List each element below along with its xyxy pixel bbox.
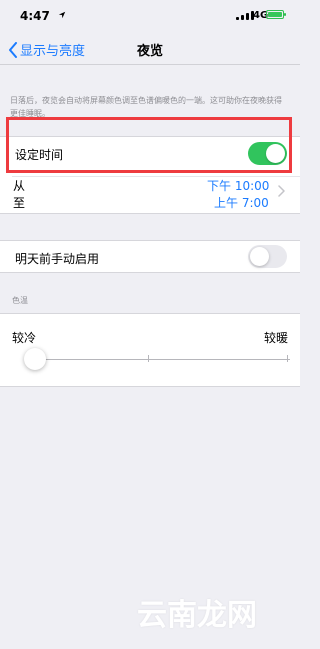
signal-icon <box>236 11 254 20</box>
nav-divider <box>0 64 300 65</box>
battery-icon <box>266 10 286 19</box>
warmer-label: 较暖 <box>264 331 289 345</box>
toggle-knob <box>250 247 269 266</box>
manual-enable-label: 明天前手动启用 <box>15 252 100 266</box>
chevron-right-icon <box>278 185 285 197</box>
highlight-box <box>6 117 292 173</box>
from-label: 从 <box>13 179 26 193</box>
color-temperature-heading: 色温 <box>12 296 28 305</box>
slider-tick <box>287 355 288 362</box>
status-time: 4:47 <box>20 9 50 23</box>
status-bar: 4:47 4G <box>0 0 300 32</box>
color-temperature-card: 较冷 较暖 <box>0 313 300 387</box>
page-title: 夜览 <box>136 44 163 59</box>
watermark: 云南龙网 <box>137 598 257 633</box>
from-time[interactable]: 下午 10:00 <box>207 177 269 194</box>
manual-enable-toggle[interactable] <box>248 245 287 268</box>
color-temperature-slider-track[interactable] <box>40 359 290 360</box>
location-arrow-icon <box>58 11 66 19</box>
navigation-bar: 显示与亮度 夜览 <box>0 32 300 64</box>
cooler-label: 较冷 <box>12 331 37 345</box>
slider-tick <box>148 355 149 362</box>
color-temperature-slider-knob[interactable] <box>24 348 46 370</box>
to-label: 至 <box>13 196 26 210</box>
manual-enable-row[interactable]: 明天前手动启用 <box>0 240 300 273</box>
to-time[interactable]: 上午 7:00 <box>214 194 269 211</box>
